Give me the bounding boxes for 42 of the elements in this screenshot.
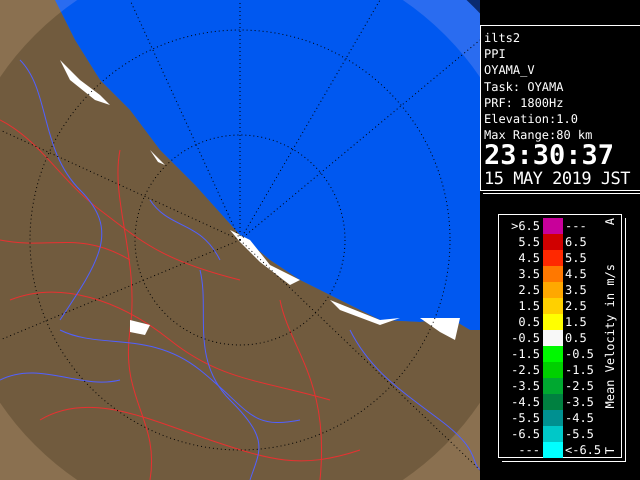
legend-high-value: -2.5 [565,379,595,394]
legend-low-value: >6.5 [510,219,540,234]
legend-high-value: 3.5 [565,283,588,298]
info-line: PRF: 1800Hz [484,94,564,112]
legend-high-value: -4.5 [565,411,595,426]
legend-title: Mean Velocity in m/s [603,264,617,409]
legend-high-value: -1.5 [565,363,595,378]
legend-high-value: 2.5 [565,299,588,314]
info-line: Elevation:1.0 [484,111,579,128]
legend-low-value: -0.5 [510,331,540,346]
legend-low-value: 0.5 [517,315,540,330]
legend-low-value: 5.5 [517,235,540,250]
info-line: Task: OYAMA [484,78,564,95]
time-label: 23:30:37 [484,143,614,170]
legend-bottom-mark: T [603,447,617,454]
legend-high-value: 4.5 [565,267,588,282]
info-line: Max Range:80 km [484,127,594,144]
legend-low-value: -6.5 [510,427,540,442]
legend-high-value: <-6.5 [565,443,602,458]
legend-low-value: -1.5 [510,347,540,362]
legend-high-value: -0.5 [565,347,595,362]
legend-low-value: 4.5 [517,251,540,266]
legend-high-value: -3.5 [565,395,595,410]
info-line: PPI [484,46,507,62]
legend-high-value: 5.5 [565,251,588,266]
info-line: ilts2 [484,30,522,46]
legend-low-value: 1.5 [517,299,540,314]
legend-low-value: -3.5 [510,379,540,394]
legend-low-value: --- [517,443,540,458]
info-line: OYAMA_V [484,62,536,79]
legend-low-value: 3.5 [517,267,540,282]
legend-high-value: 0.5 [565,331,588,346]
legend-low-value: -5.5 [510,411,540,426]
legend-top-mark: A [603,218,617,226]
legend-high-value: -5.5 [565,427,595,442]
legend-low-value: -2.5 [510,363,540,378]
legend-high-value: --- [565,219,588,234]
legend-low-value: -4.5 [510,395,540,410]
date-label: 15 MAY 2019 JST [484,169,632,190]
legend-low-value: 2.5 [517,283,540,298]
legend-high-value: 1.5 [565,315,588,330]
legend-high-value: 6.5 [565,235,588,250]
